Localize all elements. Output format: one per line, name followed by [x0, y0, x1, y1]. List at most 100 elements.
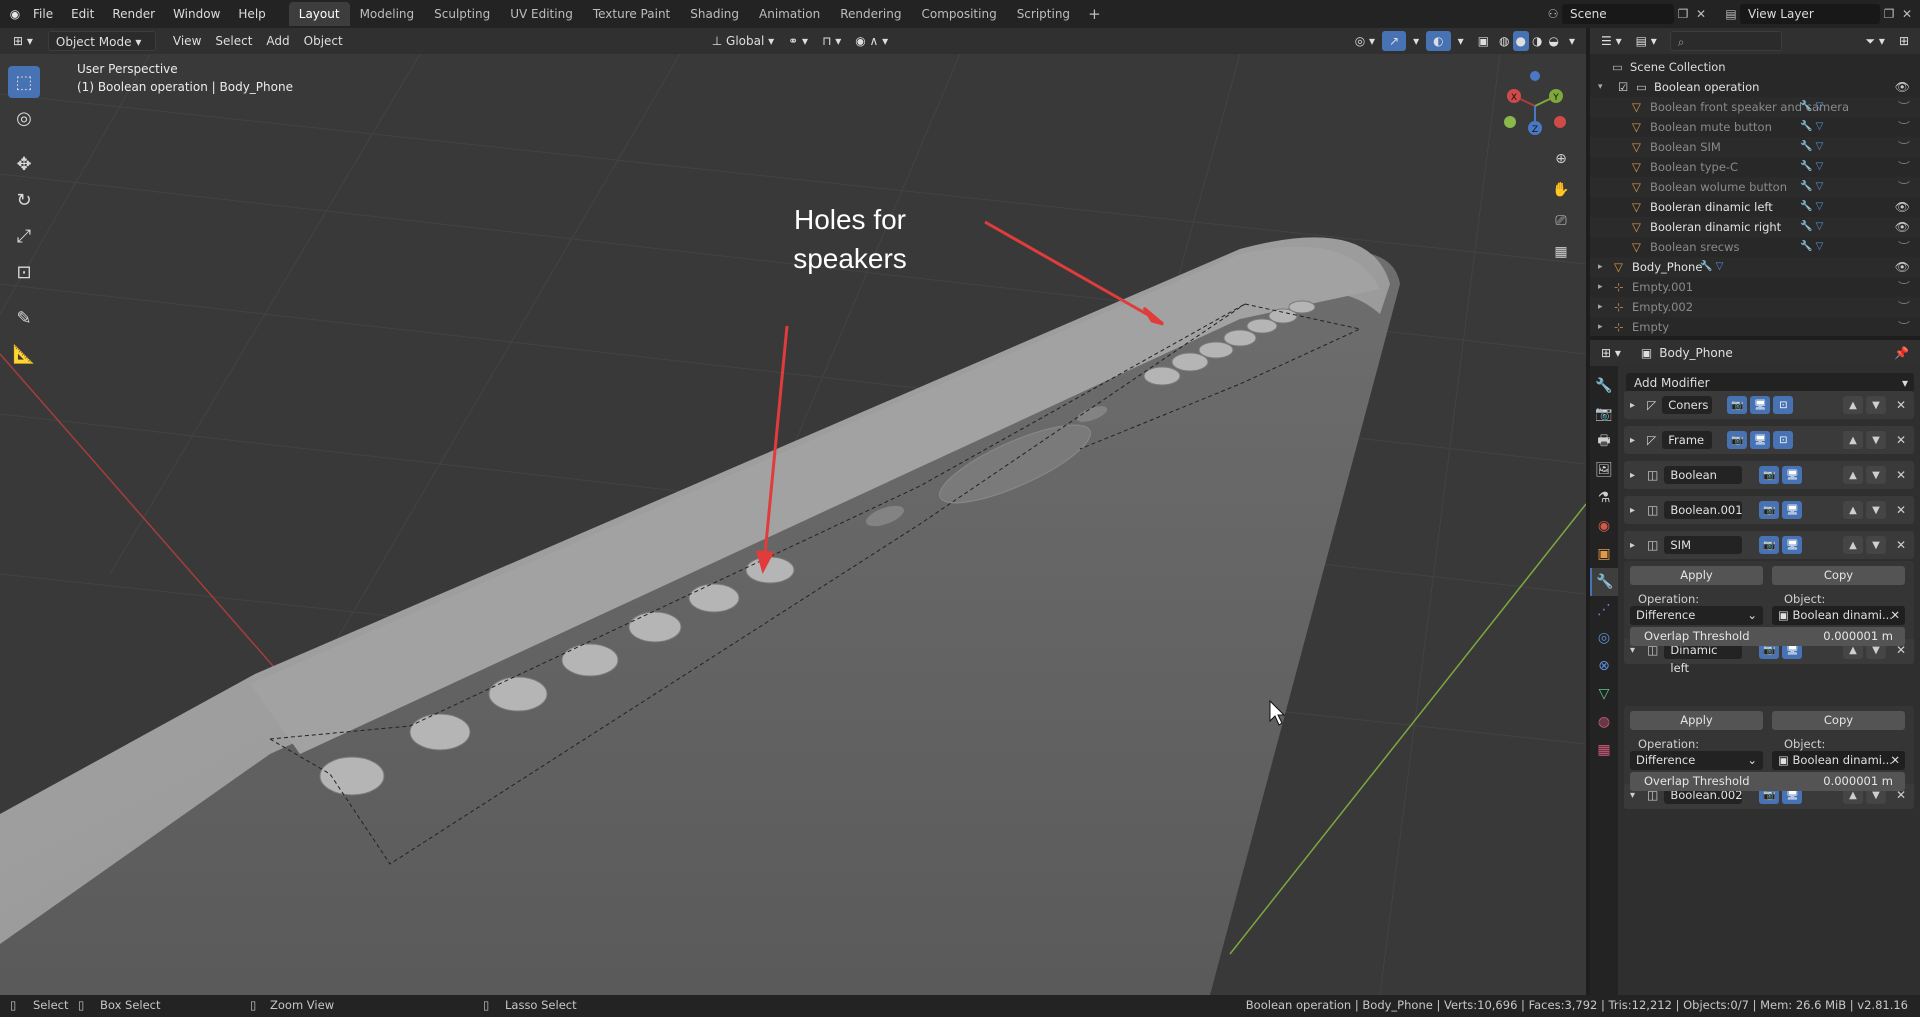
rendered-shading-icon[interactable]: ◒: [1545, 31, 1561, 51]
outliner-row[interactable]: ▽ Boolean front speaker and camera 🔧 ▽ ︶: [1590, 97, 1920, 117]
remove-modifier-icon[interactable]: ✕: [1896, 538, 1906, 552]
filter-icon[interactable]: ⏷ ▾: [1858, 31, 1891, 51]
move-down-icon[interactable]: ▼: [1865, 501, 1886, 519]
editmode-toggle-icon[interactable]: ⊡: [1773, 396, 1794, 414]
menu-object[interactable]: Object: [297, 31, 350, 51]
add-workspace-icon[interactable]: +: [1080, 5, 1109, 23]
object-field[interactable]: ▣ Boolean dinami... ✕: [1772, 606, 1905, 625]
outliner-row[interactable]: ▸ ▽ Body_Phone 🔧 ▽ 👁: [1590, 257, 1920, 277]
move-down-icon[interactable]: ▼: [1865, 431, 1886, 449]
move-up-icon[interactable]: ▲: [1842, 431, 1863, 449]
outliner-row[interactable]: ▸ ⊹ Empty.002 ︶: [1590, 297, 1920, 317]
eye-icon[interactable]: 👁: [1895, 77, 1910, 97]
modifier-name-field[interactable]: Frame: [1662, 431, 1713, 449]
expand-toggle-icon[interactable]: ▸: [1598, 317, 1603, 336]
viewport-toggle-icon[interactable]: 🖥: [1782, 536, 1803, 554]
new-scene-icon[interactable]: ❐: [1674, 5, 1692, 23]
object-tab-icon[interactable]: ▣: [1590, 540, 1618, 568]
view-layer-selector[interactable]: View Layer: [1740, 4, 1880, 24]
gizmo-icon[interactable]: ↗: [1382, 31, 1407, 51]
camera-icon[interactable]: ⎚: [1548, 208, 1574, 234]
material-shading-icon[interactable]: ◑: [1529, 31, 1545, 51]
outliner[interactable]: ▭ Scene Collection ▾ ☑ ▭ Boolean operation 👁…: [1590, 54, 1920, 336]
viewport-scene[interactable]: [0, 54, 1586, 995]
expand-toggle-icon[interactable]: ▸: [1598, 277, 1603, 297]
tab-sculpting[interactable]: Sculpting: [424, 2, 500, 26]
move-up-icon[interactable]: ▲: [1842, 396, 1863, 414]
orientation-dropdown[interactable]: ⊥ Global ▾: [705, 31, 781, 51]
operation-dropdown[interactable]: Difference ⌄: [1630, 751, 1763, 770]
neg-x-handle[interactable]: [1554, 116, 1566, 128]
viewport-toggle-icon[interactable]: 🖥: [1750, 396, 1771, 414]
viewport-toggle-icon[interactable]: 🖥: [1782, 466, 1803, 484]
select-box-icon[interactable]: ⬚: [8, 66, 40, 98]
rotate-icon[interactable]: ↻: [8, 184, 40, 216]
pin-icon[interactable]: 📌: [1887, 343, 1916, 363]
render-tab-icon[interactable]: 📷: [1590, 400, 1618, 428]
tab-texture-paint[interactable]: Texture Paint: [583, 2, 680, 26]
shading-dropdown-icon[interactable]: ▾: [1562, 31, 1582, 51]
move-up-icon[interactable]: ▲: [1842, 501, 1863, 519]
scale-icon[interactable]: ⤢: [8, 220, 40, 252]
display-mode-icon[interactable]: ▤ ▾: [1629, 31, 1664, 51]
outliner-row[interactable]: ▽ Boolean type-C 🔧 ▽ ︶: [1590, 157, 1920, 177]
tab-animation[interactable]: Animation: [749, 2, 830, 26]
view-layer-tab-icon[interactable]: 🖼: [1590, 456, 1618, 484]
menu-render[interactable]: Render: [103, 3, 164, 25]
expand-toggle-icon[interactable]: ▸: [1598, 257, 1603, 277]
eye-icon[interactable]: 👁: [1895, 257, 1910, 277]
delete-scene-icon[interactable]: ✕: [1692, 5, 1710, 23]
delete-view-layer-icon[interactable]: ✕: [1898, 5, 1916, 23]
scene-icon[interactable]: ⚇: [1544, 5, 1562, 23]
annotate-icon[interactable]: ✎: [8, 302, 40, 334]
physics-tab-icon[interactable]: ◎: [1590, 624, 1618, 652]
tab-shading[interactable]: Shading: [680, 2, 749, 26]
tool-tab-icon[interactable]: 🔧: [1590, 372, 1618, 400]
tab-layout[interactable]: Layout: [288, 2, 350, 26]
tab-modeling[interactable]: Modeling: [350, 2, 425, 26]
proportional-edit-icon[interactable]: ◉ ∧ ▾: [848, 31, 895, 51]
output-tab-icon[interactable]: 🖶: [1590, 428, 1618, 456]
viewport-toggle-icon[interactable]: 🖥: [1750, 431, 1771, 449]
tab-rendering[interactable]: Rendering: [830, 2, 911, 26]
outliner-row[interactable]: ▽ Boolean SIM 🔧 ▽ ︶: [1590, 137, 1920, 157]
menu-window[interactable]: Window: [164, 3, 229, 25]
hidden-eye-icon[interactable]: ︶: [1898, 137, 1910, 157]
outliner-row[interactable]: ▽ Boolean srecws 🔧 ▽ ︶: [1590, 237, 1920, 257]
expand-icon[interactable]: ▸: [1630, 470, 1635, 481]
tab-scripting[interactable]: Scripting: [1007, 2, 1080, 26]
render-toggle-icon[interactable]: 📷: [1727, 431, 1748, 449]
new-view-layer-icon[interactable]: ❐: [1880, 5, 1898, 23]
menu-help[interactable]: Help: [229, 3, 274, 25]
render-toggle-icon[interactable]: 📷: [1759, 536, 1780, 554]
outliner-row[interactable]: ▽ Boolean wolume button 🔧 ▽ ︶: [1590, 177, 1920, 197]
editmode-toggle-icon[interactable]: ⊡: [1773, 431, 1794, 449]
visibility-icon[interactable]: ◎ ▾: [1348, 31, 1382, 51]
move-down-icon[interactable]: ▼: [1865, 396, 1886, 414]
menu-view[interactable]: View: [166, 31, 208, 51]
texture-tab-icon[interactable]: ▦: [1590, 736, 1618, 764]
properties-editor-icon[interactable]: ⊞ ▾: [1594, 343, 1628, 363]
outliner-editor-icon[interactable]: ☰ ▾: [1594, 31, 1629, 51]
modifier-tab-icon[interactable]: 🔧: [1590, 568, 1618, 596]
collection-checkbox[interactable]: ☑: [1618, 77, 1628, 97]
clear-object-icon[interactable]: ✕: [1890, 751, 1900, 770]
outliner-row[interactable]: ▽ Booleran dinamic right 🔧 ▽ 👁: [1590, 217, 1920, 237]
constraints-tab-icon[interactable]: ⊗: [1590, 652, 1618, 680]
modifier-row[interactable]: ▸ ◸ Frame 📷 🖥 ⊡ ▲ ▼ ✕: [1624, 426, 1914, 454]
hidden-eye-icon[interactable]: ︶: [1898, 97, 1910, 117]
zoom-icon[interactable]: ⊕: [1548, 146, 1574, 172]
scene-tab-icon[interactable]: ⚗: [1590, 484, 1618, 512]
eye-icon[interactable]: 👁: [1895, 217, 1910, 237]
transform-icon[interactable]: ⊡: [8, 256, 40, 288]
add-modifier-dropdown[interactable]: Add Modifier ▾: [1626, 373, 1914, 393]
xray-icon[interactable]: ▣: [1471, 31, 1496, 51]
move-down-icon[interactable]: ▼: [1865, 536, 1886, 554]
modifier-name-field[interactable]: Boolean: [1664, 466, 1743, 484]
hidden-eye-icon[interactable]: ︶: [1898, 317, 1910, 336]
material-tab-icon[interactable]: ◍: [1590, 708, 1618, 736]
hidden-eye-icon[interactable]: ︶: [1898, 277, 1910, 297]
render-toggle-icon[interactable]: 📷: [1759, 501, 1780, 519]
menu-select[interactable]: Select: [208, 31, 259, 51]
menu-file[interactable]: File: [24, 3, 62, 25]
